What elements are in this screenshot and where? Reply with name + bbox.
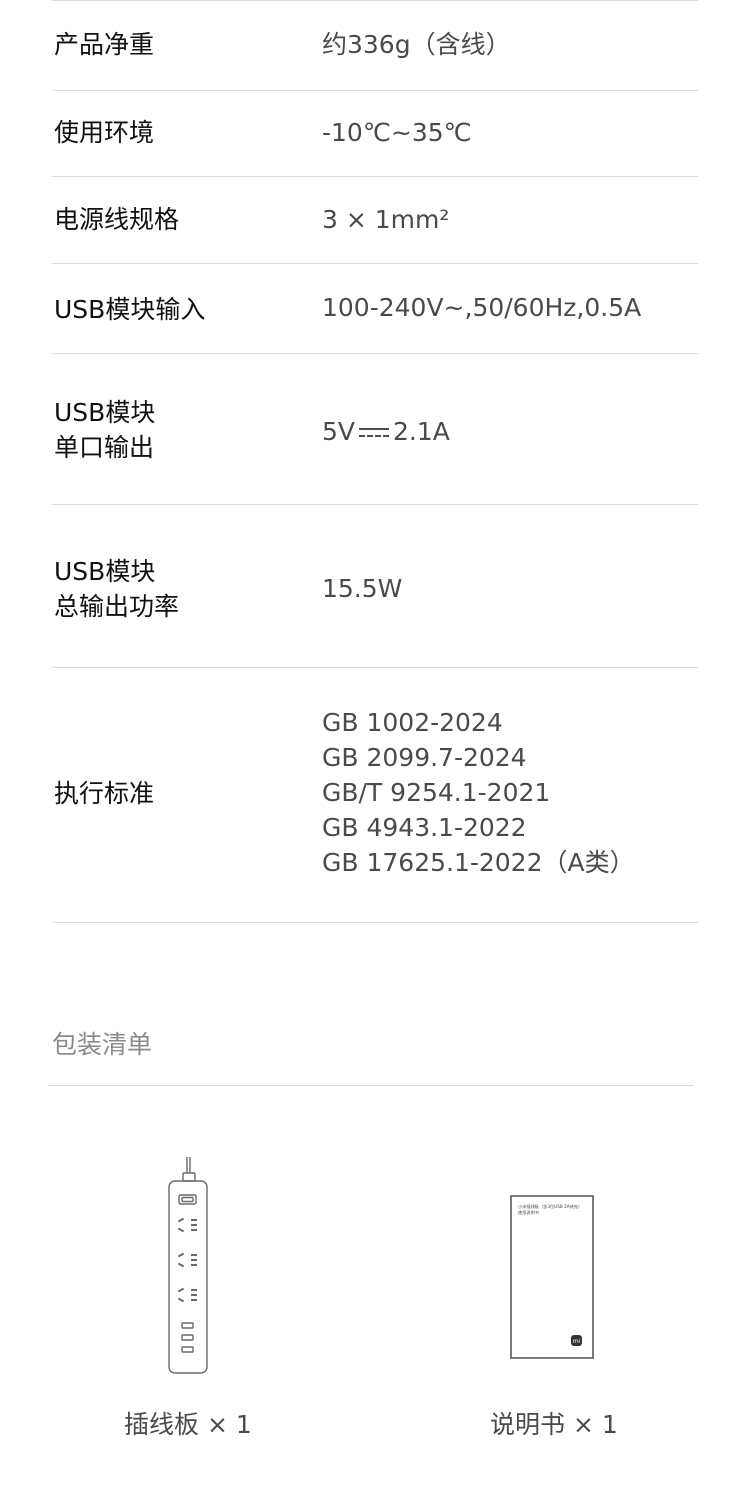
spec-value: 3 × 1mm² bbox=[322, 205, 450, 234]
spec-row-standards: 执行标准 GB 1002-2024 GB 2099.7-2024 GB/T 92… bbox=[52, 667, 698, 923]
spec-label: 执行标准 bbox=[54, 779, 155, 808]
spec-row-usb-input: USB模块输入 100-240V~,50/60Hz,0.5A bbox=[52, 263, 698, 354]
mi-logo-text: mi bbox=[573, 1338, 581, 1345]
spec-label: USB模块输入 bbox=[54, 295, 206, 324]
spec-label: USB模块 单口输出 bbox=[54, 398, 156, 462]
manual-cover-subtitle: 使用说明书 bbox=[518, 1209, 539, 1216]
spec-label: 使用环境 bbox=[54, 118, 155, 147]
spec-label: USB模块 总输出功率 bbox=[54, 557, 180, 621]
spec-value: 100-240V~,50/60Hz,0.5A bbox=[322, 293, 642, 322]
package-list-title: 包装清单 bbox=[52, 1030, 153, 1059]
spec-row-environment: 使用环境 -10℃~35℃ bbox=[52, 89, 698, 177]
spec-label: 电源线规格 bbox=[54, 205, 180, 234]
spec-value: 约336g（含线） bbox=[322, 30, 511, 59]
manual-icon: 小米插线板（含3位USB 2A快充） 使用说明书 mi bbox=[510, 1195, 594, 1359]
spec-label: 产品净重 bbox=[54, 30, 155, 59]
manual-cover-title: 小米插线板（含3位USB 2A快充） bbox=[518, 1203, 582, 1210]
divider bbox=[48, 1085, 694, 1086]
package-item-power-strip: 插线板 × 1 bbox=[124, 1410, 252, 1439]
package-item-manual: 说明书 × 1 bbox=[490, 1410, 618, 1439]
spec-value: -10℃~35℃ bbox=[322, 118, 472, 147]
spec-row-cable: 电源线规格 3 × 1mm² bbox=[52, 176, 698, 264]
spec-value: 15.5W bbox=[322, 574, 403, 603]
current-value: 2.1A bbox=[393, 417, 450, 446]
spec-row-usb-single-output: USB模块 单口输出 5V 2.1A bbox=[52, 353, 698, 505]
spec-value: GB 1002-2024 GB 2099.7-2024 GB/T 9254.1-… bbox=[322, 708, 635, 877]
spec-row-usb-total-output: USB模块 总输出功率 15.5W bbox=[52, 504, 698, 668]
dc-symbol-icon bbox=[357, 425, 391, 441]
power-strip-icon bbox=[168, 1157, 208, 1374]
spec-row-net-weight: 产品净重 约336g（含线） bbox=[52, 0, 698, 91]
voltage-value: 5V bbox=[322, 417, 356, 446]
spec-value: 5V 2.1A bbox=[322, 414, 450, 449]
